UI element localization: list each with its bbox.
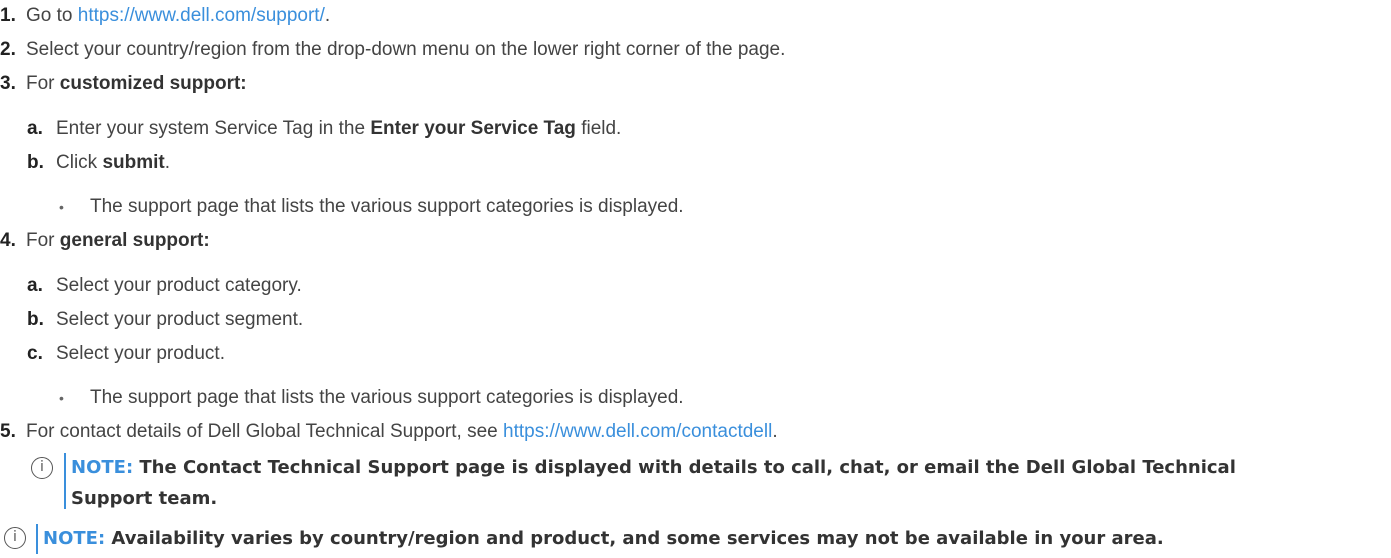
substep-bold-text: submit (102, 152, 165, 173)
substep-text-suffix: field. (575, 118, 622, 139)
info-circle-icon: i (31, 457, 53, 479)
substep-letter: a. (27, 118, 43, 139)
note-availability: i NOTE: Availability varies by country/r… (0, 523, 1360, 556)
substep-bold-text: Enter your Service Tag (370, 118, 576, 139)
bullet-text: The support page that lists the various … (90, 196, 684, 217)
substep-text: Select your product segment. (56, 309, 304, 330)
note-body: Availability varies by country/region an… (105, 528, 1164, 549)
step-text-suffix: . (324, 5, 331, 26)
step-text: Go to (26, 5, 78, 26)
note-contact-support: i NOTE: The Contact Technical Support pa… (26, 452, 1386, 514)
step-text: Select your country/region from the drop… (26, 39, 786, 60)
dell-support-link[interactable]: https://www.dell.com/support/ (78, 5, 325, 26)
note-body-line1: The Contact Technical Support page is di… (133, 457, 1236, 478)
note-bar (64, 453, 66, 509)
step-number: 1. (0, 5, 16, 26)
substep-text: Select your product category. (56, 275, 302, 296)
substep-text: Select your product. (56, 343, 225, 364)
step-text-suffix: . (772, 421, 778, 442)
step-bold-text: general support: (59, 230, 210, 251)
step-number: 3. (0, 73, 16, 94)
note-text: NOTE: The Contact Technical Support page… (71, 452, 1236, 514)
bullet-text: The support page that lists the various … (90, 387, 684, 408)
step-number: 2. (0, 39, 16, 60)
note-bar (36, 524, 38, 554)
step-number: 5. (0, 421, 16, 442)
note-body-line2: Support team. (71, 488, 218, 509)
step-bold-text: customized support: (59, 73, 247, 94)
substep-letter: c. (27, 343, 43, 364)
substep-text: Enter your system Service Tag in the (56, 118, 371, 139)
dell-contact-link[interactable]: https://www.dell.com/contactdell (503, 421, 772, 442)
step-text: For contact details of Dell Global Techn… (26, 421, 504, 442)
step-number: 4. (0, 230, 16, 251)
substep-text: Click (56, 152, 103, 173)
note-label: NOTE: (71, 457, 134, 478)
substep-letter: b. (27, 309, 44, 330)
step-text: For (26, 73, 60, 94)
step-text: For (26, 230, 60, 251)
substep-text-suffix: . (164, 152, 171, 173)
info-circle-icon: i (4, 527, 26, 549)
substep-letter: a. (27, 275, 43, 296)
bullet-icon: • (59, 199, 64, 215)
bullet-icon: • (59, 390, 64, 406)
note-text: NOTE: Availability varies by country/reg… (43, 523, 1164, 554)
substep-letter: b. (27, 152, 44, 173)
note-label: NOTE: (43, 528, 106, 549)
